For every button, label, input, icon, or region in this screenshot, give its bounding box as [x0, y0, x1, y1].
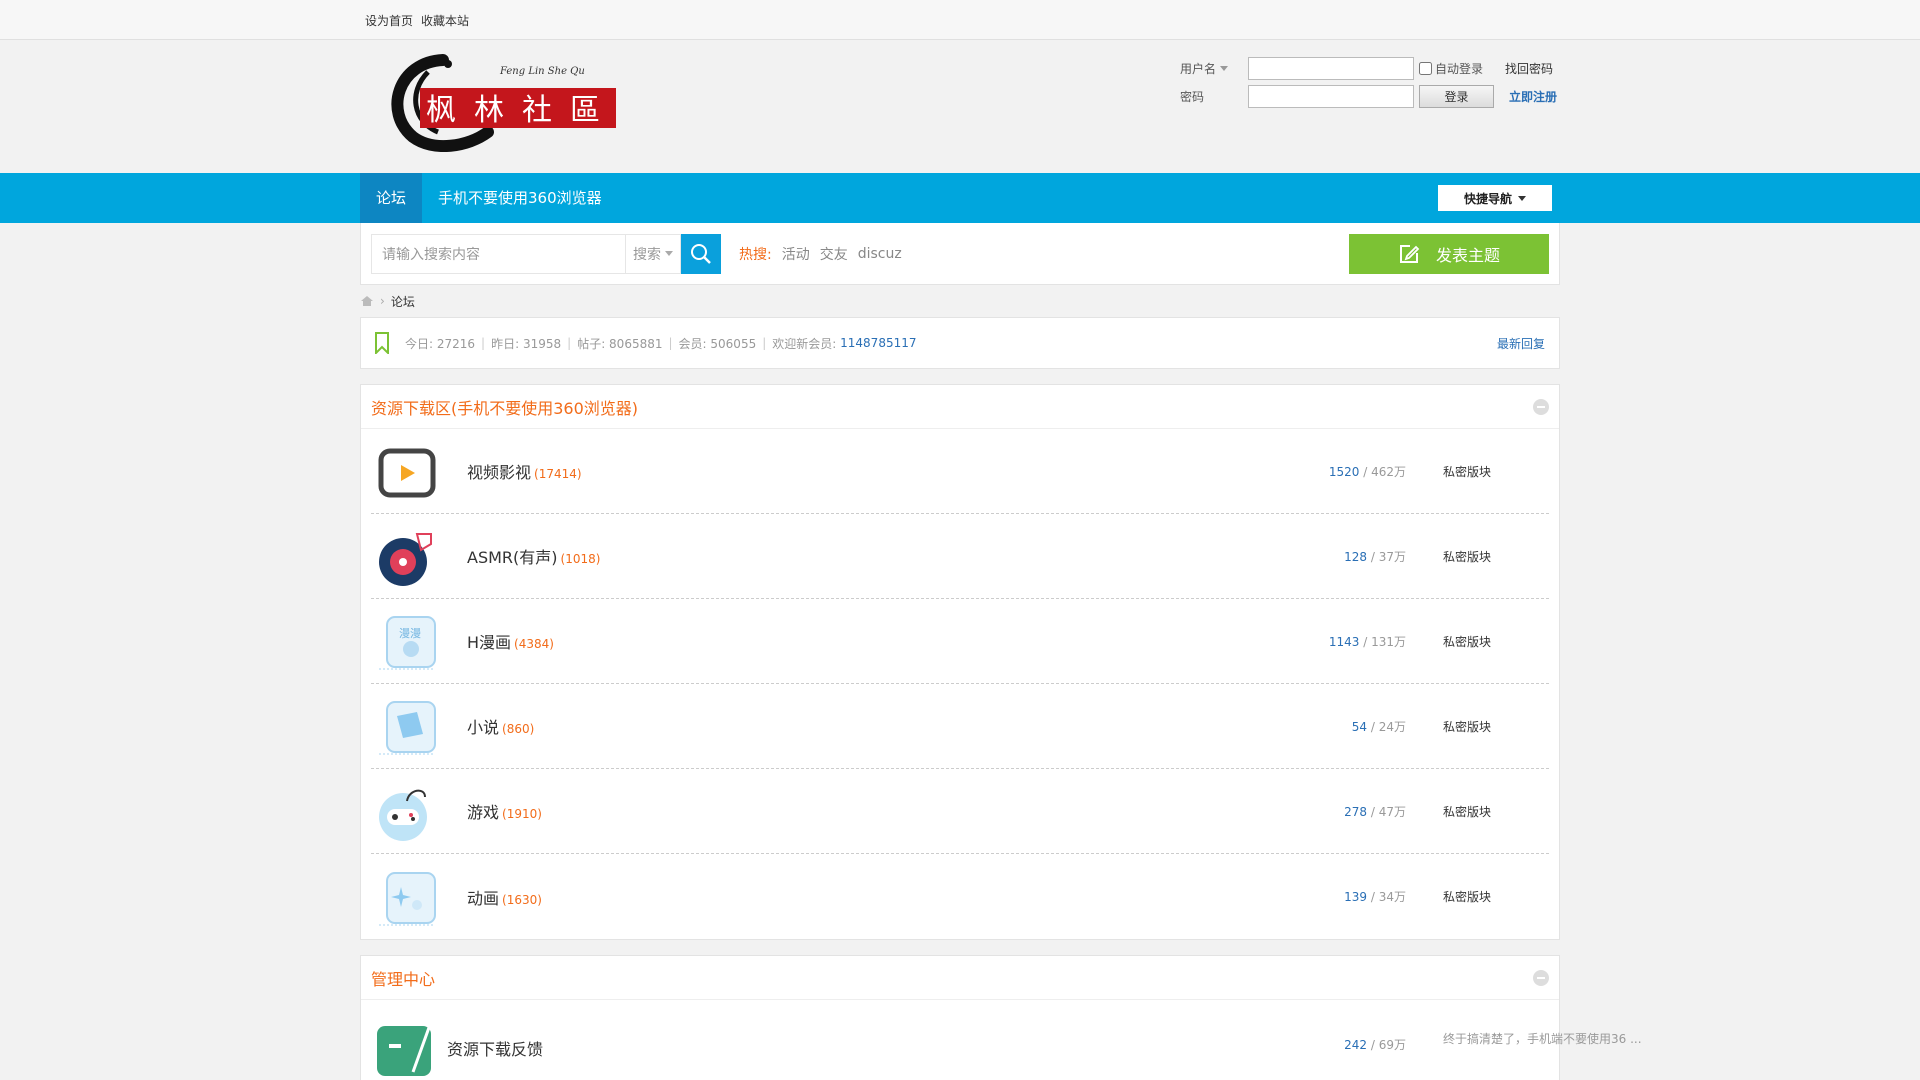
auto-login-checkbox[interactable]: 自动登录: [1419, 60, 1505, 77]
hot-search-item[interactable]: 活动: [782, 244, 810, 264]
hot-label: 热搜:: [739, 246, 772, 263]
breadcrumb-separator: ›: [380, 294, 385, 308]
forum-last-post: 私密版块: [1443, 719, 1492, 734]
tab-forum[interactable]: 论坛: [360, 173, 423, 223]
forum-section: 管理中心 资源下载反馈 242 / 69万 终于搞清楚了，手机端不要使用36 .…: [360, 955, 1642, 1080]
collapse-icon[interactable]: [1533, 970, 1549, 986]
bookmark-icon: [375, 332, 389, 354]
chevron-down-icon: [1220, 65, 1229, 71]
welcome-label: 欢迎新会员:: [772, 336, 837, 351]
forum-row: 小说 (860) 54 / 24万 私密版块: [371, 684, 1549, 769]
search-bar: 请输入搜索内容 搜索 热搜: 活动 交友 discuz 发表主题: [360, 223, 1560, 285]
sparkle-icon[interactable]: [373, 865, 437, 929]
forum-name[interactable]: 动画 (1630): [467, 885, 542, 909]
forum-row: 动画 (1630) 139 / 34万 私密版块: [371, 854, 1549, 939]
forum-stats: 139 / 34万: [1344, 890, 1406, 904]
forum-name[interactable]: 资源下载反馈: [447, 1036, 543, 1060]
vinyl-record-icon[interactable]: [373, 524, 437, 588]
book-icon[interactable]: [373, 694, 437, 758]
site-logo[interactable]: Feng Lin She Qu 枫 林 社 區: [388, 52, 618, 153]
forum-row: ASMR(有声) (1018) 128 / 37万 私密版块: [371, 514, 1549, 599]
username-input[interactable]: [1248, 56, 1414, 80]
chevron-down-icon: [1518, 195, 1526, 201]
svg-text:漫漫: 漫漫: [399, 626, 421, 640]
forum-name[interactable]: ASMR(有声) (1018): [467, 544, 600, 568]
main-nav: 论坛 手机不要使用360浏览器 快捷导航: [0, 173, 1920, 223]
password-input[interactable]: [1248, 84, 1414, 108]
bookmark-link[interactable]: 收藏本站: [421, 12, 469, 29]
feedback-icon[interactable]: [373, 1016, 437, 1080]
search-type-select[interactable]: 搜索: [625, 233, 681, 274]
header: Feng Lin She Qu 枫 林 社 區 用户名 自动登录 找回密码 密码…: [360, 40, 1560, 173]
forum-row: 视频影视 (17414) 1520 / 462万 私密版块: [371, 429, 1549, 514]
login-form: 用户名 自动登录 找回密码 密码 登录 立即注册: [1180, 54, 1560, 110]
stat-members: 会员: 506055: [678, 336, 757, 351]
stat-today: 今日: 27216: [405, 336, 476, 351]
forum-stats: 今日: 27216 | 昨日: 31958 | 帖子: 8065881 | 会员: 5…: [360, 317, 1560, 369]
search-icon: [691, 243, 711, 264]
stat-yesterday: 昨日: 31958: [491, 336, 562, 351]
forum-last-post: 私密版块: [1443, 890, 1492, 904]
username-type-select[interactable]: 用户名: [1180, 60, 1248, 77]
collapse-icon[interactable]: [1533, 399, 1549, 415]
forum-name[interactable]: 游戏 (1910): [467, 799, 542, 823]
hot-search-item[interactable]: discuz: [858, 246, 902, 262]
gamepad-icon[interactable]: [373, 779, 437, 843]
forum-stats: 278 / 47万: [1344, 804, 1406, 819]
new-thread-button[interactable]: 发表主题: [1349, 234, 1549, 274]
forum-stats: 54 / 24万: [1351, 719, 1406, 734]
forum-row: 游戏 (1910) 278 / 47万 私密版块: [371, 769, 1549, 854]
hot-search-item[interactable]: 交友: [820, 244, 848, 264]
comic-icon[interactable]: 漫漫: [373, 609, 437, 673]
forum-last-post: 私密版块: [1443, 464, 1492, 479]
password-label: 密码: [1180, 89, 1205, 104]
forum-name[interactable]: 视频影视 (17414): [467, 459, 582, 483]
search-input[interactable]: 请输入搜索内容: [371, 233, 625, 274]
hot-searches: 热搜: 活动 交友 discuz: [739, 244, 902, 264]
forum-stats: 242 / 69万: [1344, 1038, 1406, 1052]
forum-last-post: 私密版块: [1443, 549, 1492, 564]
svg-text:Feng Lin She Qu: Feng Lin She Qu: [499, 66, 585, 77]
forgot-password-link[interactable]: 找回密码: [1505, 60, 1553, 77]
svg-text:枫: 枫: [426, 93, 456, 128]
forum-name[interactable]: 小说 (860): [467, 714, 534, 738]
forum-last-post: 私密版块: [1443, 634, 1492, 649]
tab-notice[interactable]: 手机不要使用360浏览器: [422, 173, 618, 223]
svg-text:社: 社: [522, 93, 552, 128]
forum-name[interactable]: H漫画 (4384): [467, 629, 554, 653]
forum-last-post[interactable]: 终于搞清楚了，手机端不要使用36 ...: [1443, 1030, 1643, 1047]
edit-icon: [1399, 245, 1420, 263]
new-member-link[interactable]: 1148785117: [840, 336, 916, 350]
register-link[interactable]: 立即注册: [1509, 88, 1557, 105]
login-button[interactable]: 登录: [1419, 84, 1494, 108]
section-title[interactable]: 资源下载区(手机不要使用360浏览器): [371, 395, 638, 419]
forum-stats: 128 / 37万: [1344, 549, 1406, 564]
forum-row: 资源下载反馈 242 / 69万 终于搞清楚了，手机端不要使用36 ...: [371, 1000, 1642, 1080]
stat-posts: 帖子: 8065881: [577, 336, 663, 351]
top-bar: 设为首页 收藏本站: [0, 0, 1920, 40]
forum-last-post: 私密版块: [1443, 804, 1492, 819]
forum-section: 资源下载区(手机不要使用360浏览器) 视频影视 (17414) 1520 / 4…: [360, 384, 1560, 940]
quick-nav-button[interactable]: 快捷导航: [1438, 185, 1552, 211]
svg-text:區: 區: [570, 93, 600, 128]
forum-stats: 1143 / 131万: [1328, 634, 1406, 649]
latest-replies-link[interactable]: 最新回复: [1497, 335, 1545, 352]
section-title[interactable]: 管理中心: [371, 966, 435, 990]
breadcrumb-current[interactable]: 论坛: [391, 293, 415, 310]
forum-row: 漫漫 H漫画 (4384) 1143 / 131万 私密版块: [371, 599, 1549, 684]
video-play-icon[interactable]: [373, 439, 437, 503]
chevron-down-icon: [665, 251, 673, 256]
set-home-link[interactable]: 设为首页: [365, 12, 413, 29]
home-icon[interactable]: [360, 295, 374, 307]
breadcrumb: › 论坛: [360, 285, 1560, 317]
search-button[interactable]: [681, 233, 721, 274]
forum-stats: 1520 / 462万: [1328, 464, 1406, 479]
svg-text:林: 林: [474, 93, 504, 128]
